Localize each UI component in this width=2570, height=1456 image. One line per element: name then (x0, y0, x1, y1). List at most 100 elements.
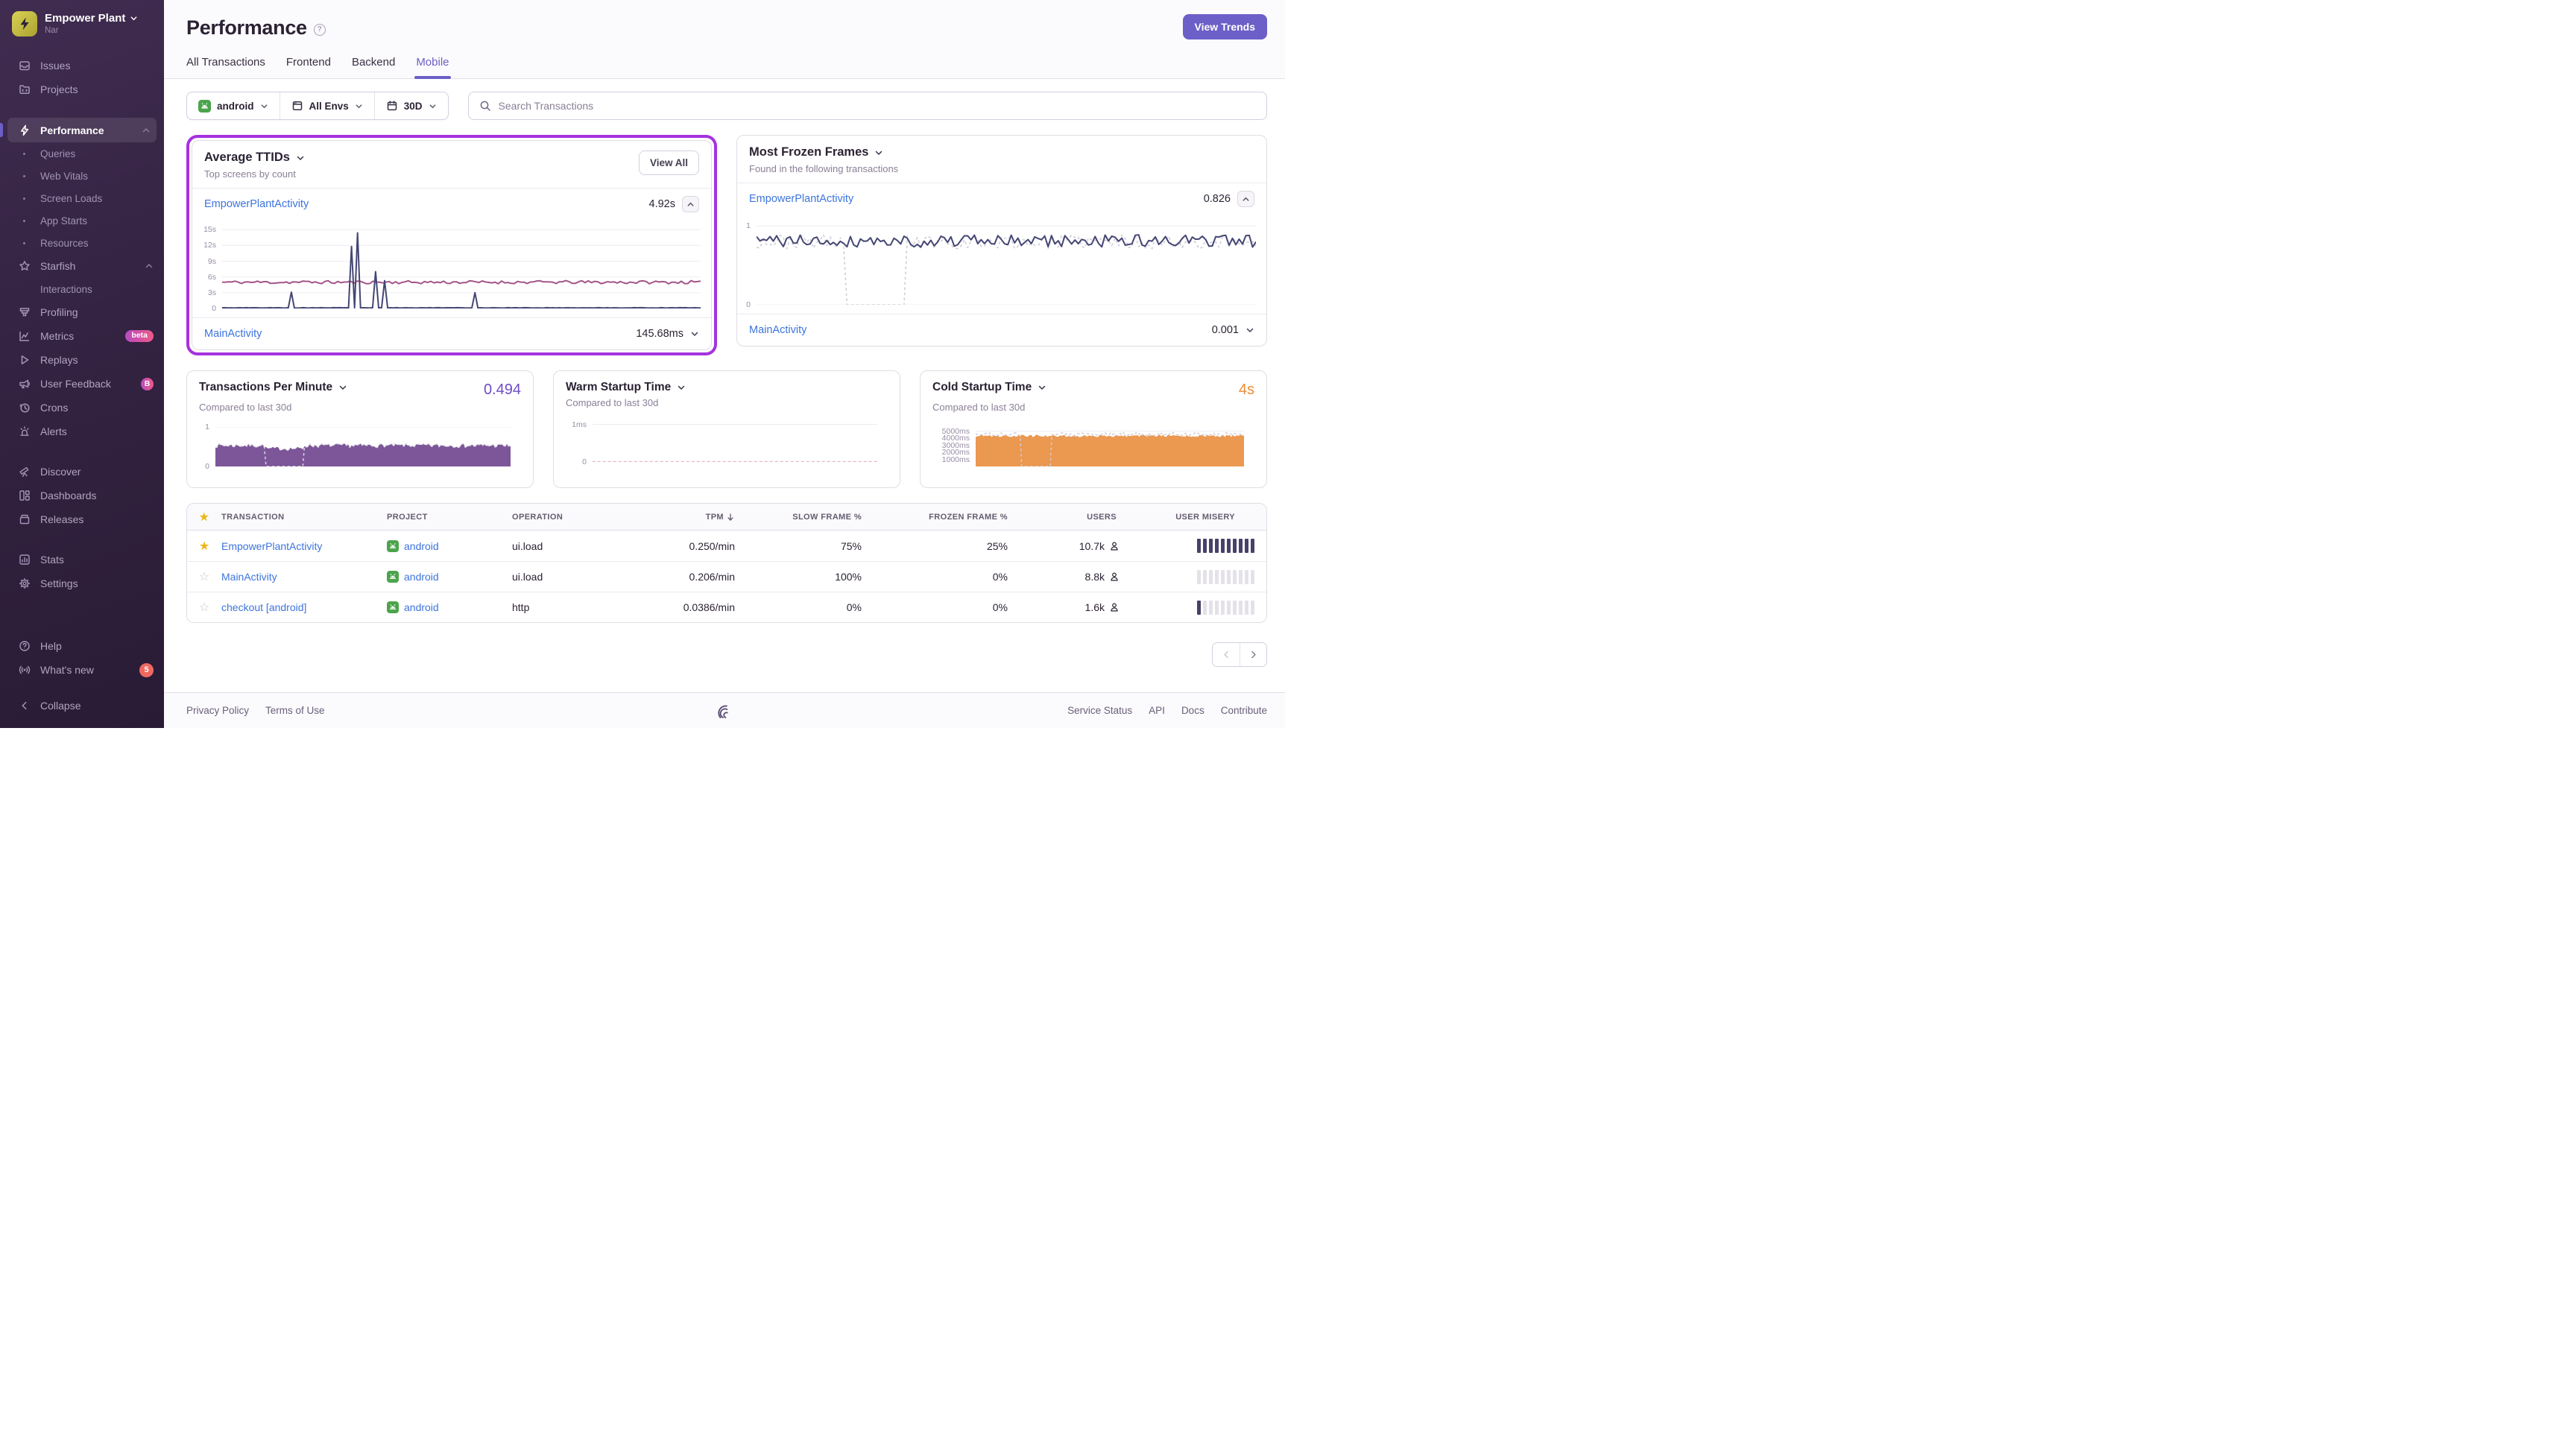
sidebar-item-dashboards[interactable]: Dashboards (0, 484, 164, 507)
org-switcher[interactable]: Empower Plant Nar (0, 0, 164, 46)
sidebar-subitem-queries[interactable]: Queries (0, 142, 164, 165)
previous-page-button[interactable] (1213, 643, 1240, 666)
sidebar-item-label: Performance (40, 124, 104, 136)
user-icon (1111, 541, 1118, 551)
transactions-table: ★ TRANSACTION PROJECT OPERATION TPM SLOW… (186, 503, 1267, 623)
sidebar-item-replays[interactable]: Replays (0, 348, 164, 372)
col-transaction[interactable]: TRANSACTION (221, 513, 387, 522)
sidebar-collapse-button[interactable]: Collapse (0, 694, 164, 718)
environment-filter[interactable]: All Envs (279, 92, 374, 119)
sidebar-subitem-resources[interactable]: Resources (0, 232, 164, 254)
cold-startup-title-dropdown[interactable]: Cold Startup Time (932, 381, 1046, 394)
sidebar-item-profiling[interactable]: Profiling (0, 300, 164, 324)
expand-row-button[interactable] (690, 329, 699, 338)
frozen-frame-cell: 0% (992, 571, 1008, 583)
transaction-link[interactable]: EmpowerPlantActivity (204, 198, 309, 210)
sidebar-item-label: Help (40, 640, 62, 652)
broadcast-icon (18, 664, 31, 676)
terms-of-use-link[interactable]: Terms of Use (265, 705, 325, 716)
most-frozen-frames-title-dropdown[interactable]: Most Frozen Frames (749, 145, 898, 159)
sidebar-item-discover[interactable]: Discover (0, 460, 164, 484)
star-toggle[interactable]: ☆ (187, 600, 221, 615)
col-users[interactable]: USERS (1011, 513, 1120, 522)
col-frozen-frame[interactable]: FROZEN FRAME % (865, 513, 1011, 522)
bullet-icon (18, 197, 31, 200)
sidebar-subitem-app-starts[interactable]: App Starts (0, 209, 164, 232)
star-header-icon[interactable]: ★ (187, 510, 221, 525)
frozen-frame-cell: 25% (986, 539, 1008, 552)
sidebar-item-label: Collapse (40, 700, 81, 712)
date-range-filter[interactable]: 30D (373, 92, 448, 119)
next-page-button[interactable] (1240, 643, 1266, 666)
service-status-link[interactable]: Service Status (1067, 705, 1132, 716)
star-toggle[interactable]: ★ (187, 539, 221, 554)
project-link[interactable]: android (404, 540, 439, 552)
users-cell: 8.8k (1084, 571, 1105, 583)
sidebar-item-alerts[interactable]: Alerts (0, 420, 164, 443)
sidebar-subitem-web-vitals[interactable]: Web Vitals (0, 165, 164, 187)
tpm-chart: 10 (199, 420, 521, 475)
table-row[interactable]: ★ EmpowerPlantActivity android ui.load 0… (187, 531, 1266, 561)
search-transactions-box[interactable] (467, 92, 1267, 120)
sidebar-item-stats[interactable]: Stats (0, 548, 164, 572)
col-tpm[interactable]: TPM (643, 513, 738, 522)
chevron-up-icon[interactable] (145, 262, 154, 270)
sidebar-item-label: Profiling (40, 306, 78, 318)
sidebar-item-help[interactable]: Help (0, 634, 164, 658)
transaction-link[interactable]: MainActivity (749, 324, 806, 336)
chevron-left-icon (18, 700, 31, 711)
table-row[interactable]: ☆ MainActivity android ui.load 0.206/min… (187, 561, 1266, 592)
sidebar-subitem-label: Screen Loads (40, 192, 103, 204)
transaction-link[interactable]: MainActivity (204, 328, 262, 340)
tab-backend[interactable]: Backend (352, 56, 395, 78)
transaction-link[interactable]: EmpowerPlantActivity (221, 540, 387, 552)
col-project[interactable]: PROJECT (387, 513, 512, 522)
sidebar-subitem-screen-loads[interactable]: Screen Loads (0, 187, 164, 209)
chevron-up-icon[interactable] (142, 126, 151, 135)
sidebar-item-user-feedback[interactable]: User Feedback B (0, 372, 164, 396)
search-transactions-input[interactable] (498, 100, 1256, 112)
project-link[interactable]: android (404, 571, 439, 583)
col-operation[interactable]: OPERATION (512, 513, 643, 522)
view-all-button[interactable]: View All (638, 151, 699, 175)
user-misery-score (1120, 539, 1266, 553)
sidebar-subitem-interactions[interactable]: Interactions (0, 278, 164, 300)
sidebar-item-projects[interactable]: Projects (0, 77, 164, 101)
star-toggle[interactable]: ☆ (187, 569, 221, 584)
sidebar-item-metrics[interactable]: Metrics beta (0, 324, 164, 348)
view-trends-button[interactable]: View Trends (1182, 14, 1267, 39)
tab-frontend[interactable]: Frontend (286, 56, 331, 78)
sidebar-item-settings[interactable]: Settings (0, 572, 164, 595)
col-slow-frame[interactable]: SLOW FRAME % (738, 513, 865, 522)
docs-link[interactable]: Docs (1181, 705, 1205, 716)
tab-all-transactions[interactable]: All Transactions (186, 56, 265, 78)
collapse-row-button[interactable] (682, 196, 699, 212)
table-row[interactable]: ☆ checkout [android] android http 0.0386… (187, 592, 1266, 622)
expand-row-button[interactable] (1245, 326, 1254, 335)
transaction-link[interactable]: EmpowerPlantActivity (749, 193, 853, 205)
col-user-misery[interactable]: USER MISERY (1120, 513, 1266, 522)
metric-card-title: Warm Startup Time (566, 381, 672, 393)
contribute-link[interactable]: Contribute (1221, 705, 1267, 716)
user-misery-score (1120, 569, 1266, 584)
sidebar-item-releases[interactable]: Releases (0, 507, 164, 531)
tpm-title-dropdown[interactable]: Transactions Per Minute (199, 381, 347, 394)
help-tooltip-icon[interactable]: ? (313, 23, 326, 36)
sidebar-item-whats-new[interactable]: What's new 5 (0, 658, 164, 682)
api-link[interactable]: API (1149, 705, 1165, 716)
average-ttids-title-dropdown[interactable]: Average TTIDs (204, 151, 305, 165)
sidebar-item-crons[interactable]: Crons (0, 396, 164, 420)
transaction-link[interactable]: checkout [android] (221, 601, 387, 613)
transaction-link[interactable]: MainActivity (221, 571, 387, 583)
warm-startup-title-dropdown[interactable]: Warm Startup Time (566, 381, 686, 394)
tab-mobile[interactable]: Mobile (414, 56, 451, 79)
project-link[interactable]: android (404, 601, 439, 613)
sidebar-subitem-label: Resources (40, 237, 89, 249)
sidebar-item-issues[interactable]: Issues (0, 54, 164, 77)
project-filter[interactable]: android (187, 92, 280, 119)
sidebar-item-starfish[interactable]: Starfish (0, 254, 164, 278)
sidebar-item-performance[interactable]: Performance (0, 118, 157, 142)
collapse-row-button[interactable] (1237, 191, 1254, 207)
metric-value: 0.826 (1203, 193, 1231, 205)
privacy-policy-link[interactable]: Privacy Policy (186, 705, 249, 716)
